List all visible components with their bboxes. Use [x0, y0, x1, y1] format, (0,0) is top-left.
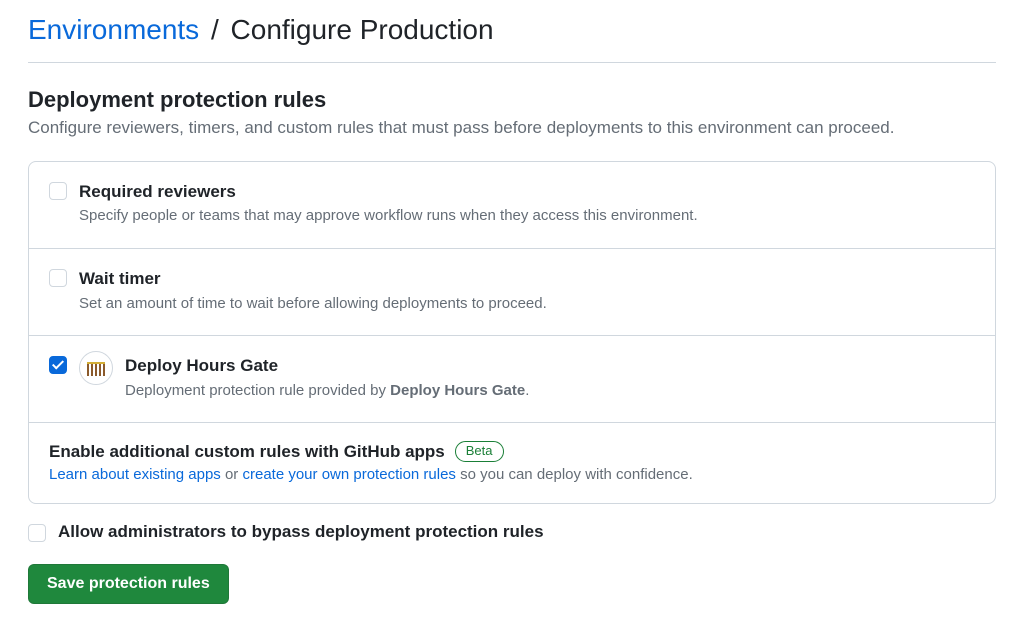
breadcrumb-parent-link[interactable]: Environments: [28, 14, 199, 45]
learn-existing-apps-link[interactable]: Learn about existing apps: [49, 466, 221, 483]
rule-required-reviewers: Required reviewers Specify people or tea…: [29, 162, 995, 249]
protection-rules-panel: Required reviewers Specify people or tea…: [28, 161, 996, 505]
wait-timer-title: Wait timer: [79, 267, 547, 291]
breadcrumb-current: Configure Production: [231, 14, 494, 45]
rule-custom-apps: Enable additional custom rules with GitH…: [29, 423, 995, 503]
rule-deploy-hours-gate: Deploy Hours Gate Deployment protection …: [29, 336, 995, 423]
bypass-row: Allow administrators to bypass deploymen…: [28, 522, 996, 542]
wait-timer-description: Set an amount of time to wait before all…: [79, 293, 547, 316]
required-reviewers-title: Required reviewers: [79, 180, 698, 204]
beta-badge: Beta: [455, 441, 504, 462]
deploy-hours-gate-checkbox[interactable]: [49, 356, 67, 374]
breadcrumb-separator: /: [207, 14, 223, 45]
allow-admin-bypass-checkbox[interactable]: [28, 524, 46, 542]
save-protection-rules-button[interactable]: Save protection rules: [28, 564, 229, 604]
gate-icon: [87, 360, 105, 376]
breadcrumb: Environments / Configure Production: [28, 0, 996, 63]
section-description: Configure reviewers, timers, and custom …: [28, 115, 996, 141]
required-reviewers-description: Specify people or teams that may approve…: [79, 205, 698, 228]
create-own-rules-link[interactable]: create your own protection rules: [242, 466, 455, 483]
deploy-hours-gate-description: Deployment protection rule provided by D…: [125, 380, 529, 403]
section-title: Deployment protection rules: [28, 87, 996, 113]
custom-rules-title: Enable additional custom rules with GitH…: [49, 442, 445, 462]
rule-wait-timer: Wait timer Set an amount of time to wait…: [29, 249, 995, 336]
wait-timer-checkbox[interactable]: [49, 269, 67, 287]
required-reviewers-checkbox[interactable]: [49, 182, 67, 200]
allow-admin-bypass-label: Allow administrators to bypass deploymen…: [58, 522, 544, 542]
deploy-hours-gate-app-icon: [79, 351, 113, 385]
deploy-hours-gate-title: Deploy Hours Gate: [125, 354, 529, 378]
custom-rules-description: Learn about existing apps or create your…: [49, 466, 975, 483]
